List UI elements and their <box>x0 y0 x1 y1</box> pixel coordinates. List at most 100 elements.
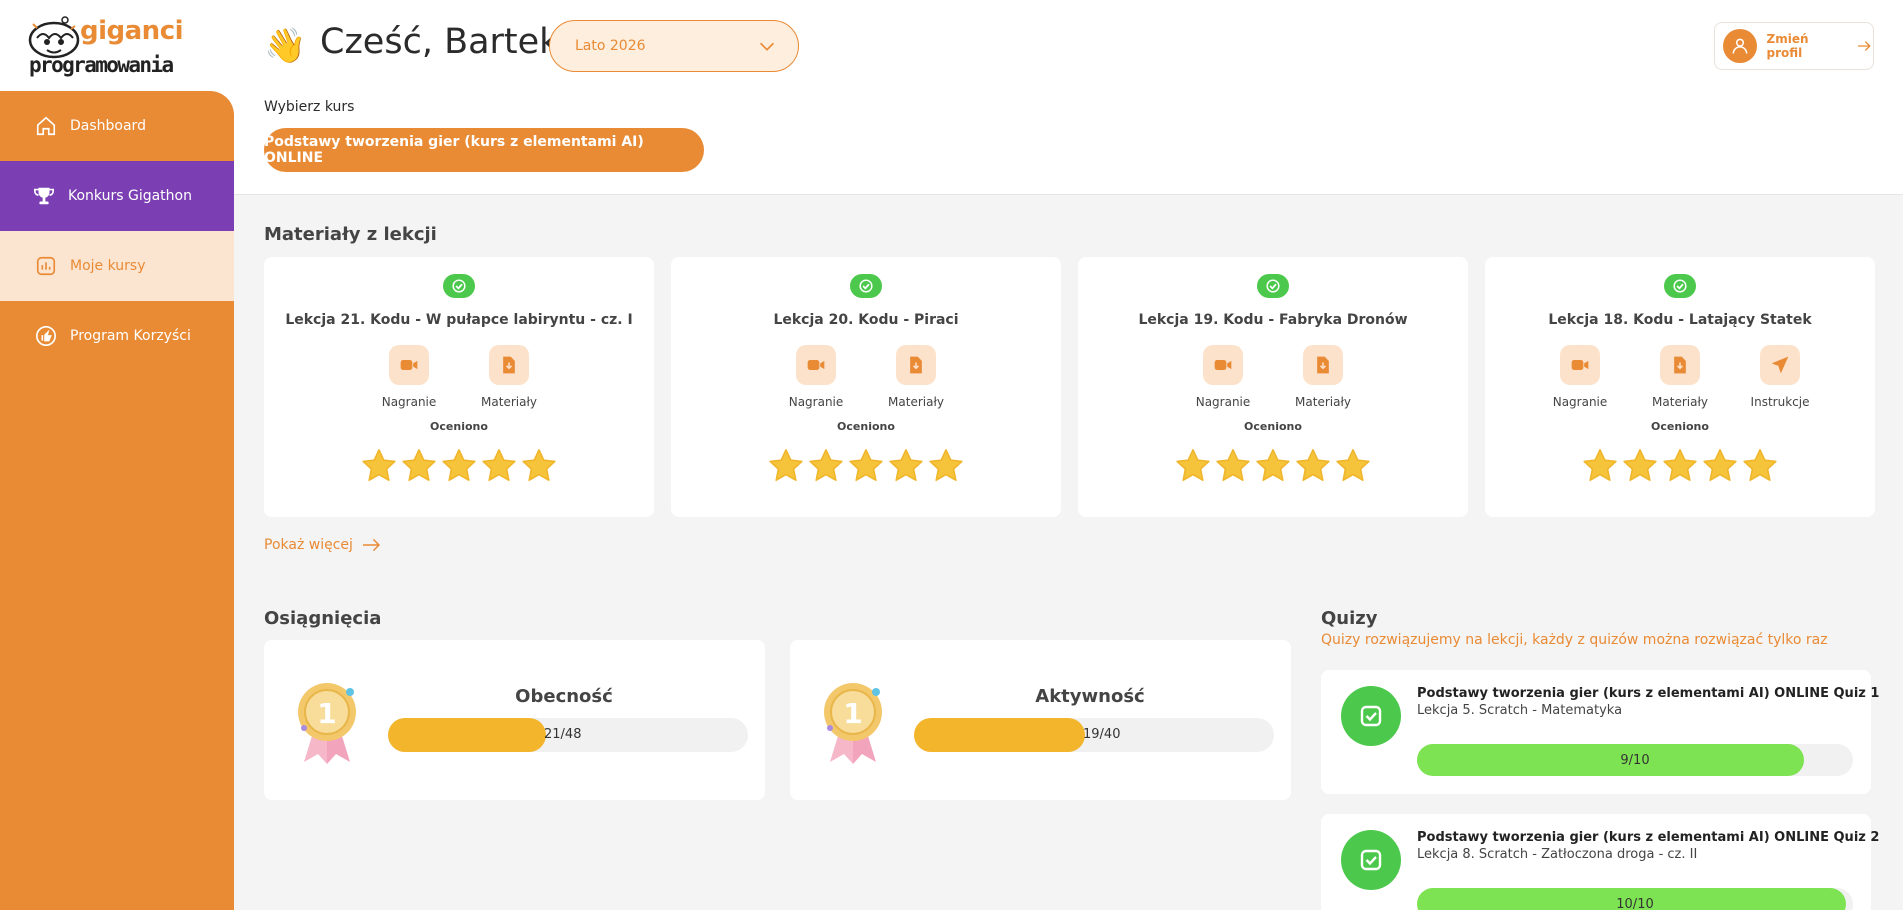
quiz-title: Podstawy tworzenia gier (kurs z elementa… <box>1417 830 1880 845</box>
achievement-progress-label: 19/40 <box>1083 727 1121 742</box>
achievement-name: Aktywność <box>1035 686 1145 707</box>
download-file-icon <box>1660 345 1700 385</box>
sidebar-item-label: Dashboard <box>70 118 146 134</box>
trophy-icon <box>32 184 56 208</box>
video-camera-icon <box>796 345 836 385</box>
quiz-card[interactable]: Podstawy tworzenia gier (kurs z elementa… <box>1321 814 1879 910</box>
sidebar-item-program-korzysci[interactable]: Program Korzyści <box>0 301 234 371</box>
lesson-status: Oceniono <box>1244 420 1302 433</box>
season-select-value: Lato 2026 <box>575 38 646 54</box>
lesson-action-label: Nagranie <box>381 395 437 409</box>
lesson-action-download-file[interactable]: Materiały <box>1648 345 1712 409</box>
show-more-link[interactable]: Pokaż więcej <box>264 537 381 553</box>
lesson-action-video-camera[interactable]: Nagranie <box>784 345 848 409</box>
svg-text:1: 1 <box>843 697 862 730</box>
lesson-action-label: Materiały <box>888 395 944 409</box>
star-icon <box>1296 449 1330 482</box>
show-more-label: Pokaż więcej <box>264 537 353 553</box>
chart-icon <box>34 254 58 278</box>
star-icon <box>1256 449 1290 482</box>
quiz-completed-icon <box>1341 686 1401 746</box>
star-icon <box>1703 449 1737 482</box>
quiz-card[interactable]: Podstawy tworzenia gier (kurs z elementa… <box>1321 670 1879 794</box>
rating-stars <box>1078 447 1468 485</box>
lesson-card: Lekcja 18. Kodu - Latający Statek Nagran… <box>1485 257 1875 517</box>
star-icon <box>849 449 883 482</box>
sidebar-item-label: Moje kursy <box>70 258 146 274</box>
lesson-action-label: Instrukcje <box>1750 395 1810 409</box>
video-camera-icon <box>1203 345 1243 385</box>
video-camera-icon <box>1560 345 1600 385</box>
page-header: 👋 Cześć, Bartek Lato 2026 Wybierz kurs P… <box>234 0 1903 195</box>
quiz-score-label: 10/10 <box>1616 897 1654 910</box>
lesson-title: Lekcja 18. Kodu - Latający Statek <box>1548 312 1812 328</box>
lesson-action-label: Materiały <box>481 395 537 409</box>
lesson-action-download-file[interactable]: Materiały <box>1291 345 1355 409</box>
lesson-action-video-camera[interactable]: Nagranie <box>1548 345 1612 409</box>
download-file-icon <box>896 345 936 385</box>
achievement-progress-fill <box>914 718 1085 752</box>
lesson-status: Oceniono <box>430 420 488 433</box>
sidebar-item-moje-kursy[interactable]: Moje kursy <box>0 231 234 301</box>
sidebar: giganci programowania Dashboard Konkurs … <box>0 0 234 910</box>
sidebar-item-gigathon[interactable]: Konkurs Gigathon <box>0 161 234 231</box>
star-icon <box>769 449 803 482</box>
greeting-title: Cześć, Bartek <box>320 22 560 62</box>
star-icon <box>809 449 843 482</box>
sidebar-item-dashboard[interactable]: Dashboard <box>0 91 234 161</box>
quizzes-section-title: Quizy <box>1321 608 1378 629</box>
completed-check-icon <box>1257 274 1289 298</box>
lesson-action-download-file[interactable]: Materiały <box>884 345 948 409</box>
quiz-score-bar: 10/10 <box>1417 888 1853 910</box>
choose-course-label: Wybierz kurs <box>264 99 355 115</box>
star-icon <box>1176 449 1210 482</box>
quiz-completed-icon <box>1341 830 1401 890</box>
achievements-section-title: Osiągnięcia <box>264 608 382 629</box>
materials-section-title: Materiały z lekcji <box>264 224 437 245</box>
lesson-action-label: Nagranie <box>1195 395 1251 409</box>
medal-icon: 1 <box>298 683 356 764</box>
lesson-card: Lekcja 21. Kodu - W pułapce labiryntu - … <box>264 257 654 517</box>
lesson-status: Oceniono <box>1651 420 1709 433</box>
star-icon <box>1743 449 1777 482</box>
quiz-title: Podstawy tworzenia gier (kurs z elementa… <box>1417 686 1880 701</box>
lesson-action-send[interactable]: Instrukcje <box>1748 345 1812 409</box>
logo[interactable]: giganci programowania <box>0 0 234 90</box>
lesson-action-download-file[interactable]: Materiały <box>477 345 541 409</box>
send-icon <box>1760 345 1800 385</box>
quizzes-subtitle: Quizy rozwiązujemy na lekcji, każdy z qu… <box>1321 632 1828 648</box>
quiz-lesson: Lekcja 8. Scratch - Zatłoczona droga - c… <box>1417 847 1698 862</box>
lesson-action-label: Materiały <box>1652 395 1708 409</box>
lesson-action-label: Nagranie <box>788 395 844 409</box>
achievement-progress-label: 21/48 <box>544 727 582 742</box>
logo-text-bottom: programowania <box>29 53 174 77</box>
completed-check-icon <box>850 274 882 298</box>
waving-hand-icon: 👋 <box>264 26 307 66</box>
change-profile-button[interactable]: Zmień profil <box>1714 22 1874 70</box>
rating-stars <box>671 447 1061 485</box>
star-icon <box>362 449 396 482</box>
arrow-right-icon <box>1858 41 1871 51</box>
quiz-score-label: 9/10 <box>1620 753 1650 768</box>
star-icon <box>889 449 923 482</box>
star-icon <box>402 449 436 482</box>
season-select[interactable]: Lato 2026 <box>549 20 799 72</box>
completed-check-icon <box>443 274 475 298</box>
lesson-title: Lekcja 20. Kodu - Piraci <box>773 312 959 328</box>
download-file-icon <box>1303 345 1343 385</box>
lesson-title: Lekcja 21. Kodu - W pułapce labiryntu - … <box>285 312 633 328</box>
star-icon <box>1336 449 1370 482</box>
home-icon <box>34 114 58 138</box>
lesson-status: Oceniono <box>837 420 895 433</box>
lesson-action-video-camera[interactable]: Nagranie <box>377 345 441 409</box>
chevron-down-icon <box>759 42 775 51</box>
lesson-action-video-camera[interactable]: Nagranie <box>1191 345 1255 409</box>
lesson-title: Lekcja 19. Kodu - Fabryka Dronów <box>1138 312 1408 328</box>
rating-stars <box>264 447 654 485</box>
lesson-card: Lekcja 19. Kodu - Fabryka Dronów Nagrani… <box>1078 257 1468 517</box>
lesson-card: Lekcja 20. Kodu - Piraci Nagranie Materi… <box>671 257 1061 517</box>
star-icon <box>442 449 476 482</box>
achievement-progress-bar: 19/40 <box>914 718 1274 752</box>
video-camera-icon <box>389 345 429 385</box>
course-select-button[interactable]: Podstawy tworzenia gier (kurs z elementa… <box>264 128 704 172</box>
